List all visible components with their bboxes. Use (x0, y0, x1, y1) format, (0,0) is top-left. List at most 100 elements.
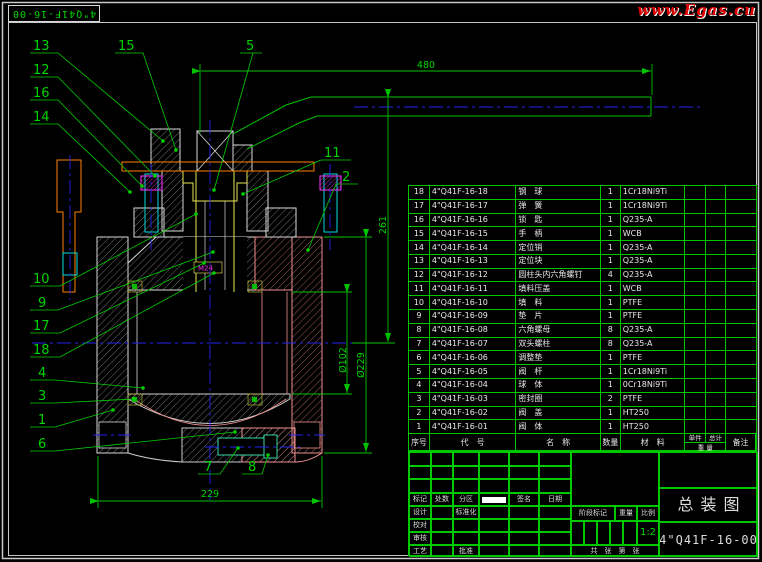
parts-table-row: 134"Q41F-16-13定位块1Q235-A (409, 255, 756, 269)
cell-qty: 1 (601, 186, 621, 199)
tb-approve: 批准 (453, 545, 479, 557)
cell-u (685, 186, 706, 199)
tb-empty-cell (431, 532, 453, 545)
cell-name: 定位销 (516, 241, 600, 254)
balloon-8: 8 (248, 460, 256, 475)
cell-u (685, 241, 706, 254)
cell-material: 0Cr18Ni9Ti (621, 379, 686, 392)
tb-empty-cell (453, 532, 479, 545)
cell-no: 6 (409, 351, 430, 364)
cell-qty: 4 (601, 269, 621, 282)
cell-code: 4"Q41F-16-05 (430, 365, 516, 378)
tb-empty-cell (597, 521, 610, 545)
col-header-qty: 数量 (601, 434, 621, 451)
col-header-material: 材 料 (621, 434, 686, 451)
cell-name: 填 料 (516, 296, 600, 309)
cell-rem (726, 420, 756, 433)
tb-empty-cell (409, 479, 431, 493)
tb-empty-cell (409, 452, 431, 466)
parts-table-row: 34"Q41F-16-03密封圈2PTFE (409, 393, 756, 407)
cell-t (706, 255, 726, 268)
cell-no: 5 (409, 365, 430, 378)
cell-t (706, 324, 726, 337)
tb-empty-cell (479, 545, 509, 557)
tb-process: 工艺 (409, 545, 431, 557)
tb-empty-cell (479, 479, 509, 493)
tb-empty-cell (509, 545, 539, 557)
tb-empty-cell (509, 452, 539, 466)
tb-empty-cell (431, 545, 453, 557)
cell-no: 10 (409, 296, 430, 309)
cell-name: 密封圈 (516, 393, 600, 406)
tb-mark: 标记 (409, 493, 431, 506)
balloon-6: 6 (38, 437, 46, 452)
cell-code: 4"Q41F-16-09 (430, 310, 516, 323)
cell-rem (726, 310, 756, 323)
cell-no: 8 (409, 324, 430, 337)
cell-qty: 1 (601, 310, 621, 323)
tb-empty-cell (431, 519, 453, 532)
cell-no: 14 (409, 241, 430, 254)
balloon-9: 9 (38, 296, 46, 311)
tb-empty-cell (610, 521, 623, 545)
cell-code: 4"Q41F-16-02 (430, 407, 516, 420)
cell-qty: 1 (601, 227, 621, 240)
cell-rem (726, 214, 756, 227)
balloon-17: 17 (33, 319, 50, 334)
tb-empty-cell (453, 452, 479, 466)
parts-table-header: 序号 代 号 名 称 数量 材 料 单件 总计 重 量 备注 (409, 434, 756, 451)
cell-material: Q235-A (621, 338, 686, 351)
tb-empty-cell (539, 479, 571, 493)
parts-table-rows: 184"Q41F-16-18钢 球11Cr18Ni9Ti174"Q41F-16-… (409, 186, 756, 434)
tb-empty-cell (539, 506, 571, 519)
cell-name: 双头螺柱 (516, 338, 600, 351)
parts-table-row: 54"Q41F-16-05阀 杆11Cr18Ni9Ti (409, 365, 756, 379)
cell-u (685, 365, 706, 378)
cell-u (685, 227, 706, 240)
cell-t (706, 296, 726, 309)
cell-qty: 1 (601, 296, 621, 309)
cell-u (685, 379, 706, 392)
tb-empty-cell (431, 506, 453, 519)
tb-sheets: 共 张 第 张 (571, 545, 659, 557)
tb-check: 校对 (409, 519, 431, 532)
cell-code: 4"Q41F-16-13 (430, 255, 516, 268)
cell-material: 1Cr18Ni9Ti (621, 365, 686, 378)
cell-material: Q235-A (621, 255, 686, 268)
parts-table-row: 74"Q41F-16-07双头螺柱8Q235-A (409, 338, 756, 352)
cell-material: WCB (621, 227, 686, 240)
watermark: www.Egas.cu (637, 1, 756, 19)
cell-t (706, 365, 726, 378)
handle (233, 97, 651, 149)
corner-code: 4"Q41F-16-00 (12, 8, 96, 19)
cell-rem (726, 200, 756, 213)
col-header-name: 名 称 (516, 434, 601, 451)
tb-design: 设计 (409, 506, 431, 519)
tb-empty-cell (479, 519, 509, 532)
cell-u (685, 338, 706, 351)
balloon-14: 14 (33, 110, 50, 125)
cell-name: 调整垫 (516, 351, 600, 364)
cell-t (706, 186, 726, 199)
title-block: 标记 处数 分区 签名 日期 设计 校对 审核 工艺 标准化 批准 阶段标记 重… (408, 451, 757, 556)
tb-empty-cell (479, 452, 509, 466)
cell-no: 11 (409, 282, 430, 295)
parts-table-row: 64"Q41F-16-06调整垫1PTFE (409, 351, 756, 365)
cell-no: 2 (409, 407, 430, 420)
cell-no: 13 (409, 255, 430, 268)
cell-t (706, 310, 726, 323)
cell-material: 1Cr18Ni9Ti (621, 200, 686, 213)
cell-code: 4"Q41F-16-08 (430, 324, 516, 337)
cell-u (685, 296, 706, 309)
cell-name: 弹 簧 (516, 200, 600, 213)
cell-no: 9 (409, 310, 430, 323)
parts-table: 184"Q41F-16-18钢 球11Cr18Ni9Ti174"Q41F-16-… (408, 185, 757, 451)
tb-count: 处数 (431, 493, 453, 506)
cell-rem (726, 269, 756, 282)
tb-scale-value: 1:2 (637, 521, 659, 545)
cell-no: 7 (409, 338, 430, 351)
col-header-code: 代 号 (430, 434, 517, 451)
tb-empty-cell (453, 466, 479, 479)
cell-t (706, 351, 726, 364)
parts-table-row: 154"Q41F-16-15手 柄1WCB (409, 227, 756, 241)
